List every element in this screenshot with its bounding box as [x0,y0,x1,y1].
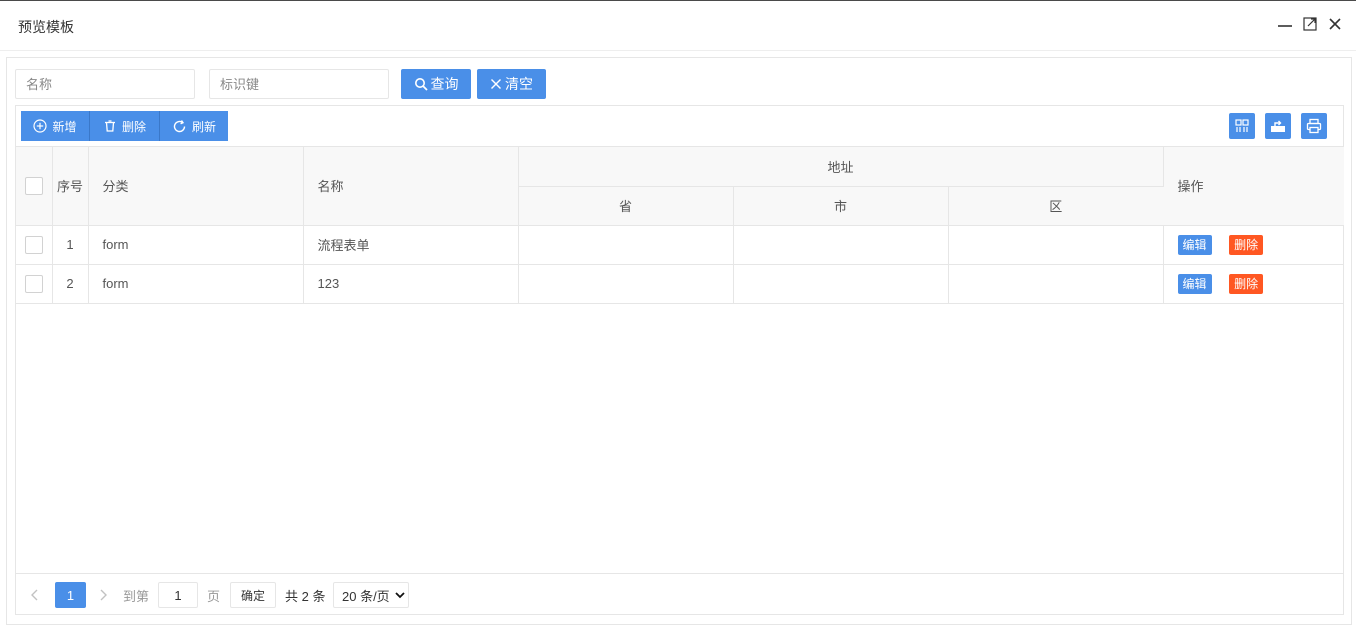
row-select-cell [16,264,53,304]
print-icon[interactable] [1301,113,1327,139]
clear-button[interactable]: 清空 [477,69,546,99]
add-button-label: 新增 [52,119,77,134]
row-category: form [88,264,304,304]
row-category: form [88,225,304,265]
table-row[interactable]: 1 form 流程表单 编辑 删除 [16,225,1345,265]
current-page-button[interactable]: 1 [55,582,86,608]
header-name[interactable]: 名称 [303,147,519,226]
row-actions: 编辑 删除 [1163,225,1345,265]
table-row[interactable]: 2 form 123 编辑 删除 [16,264,1345,304]
key-search-input[interactable] [209,69,389,99]
header-index: 序号 [52,147,89,226]
next-page-icon[interactable] [98,582,108,608]
goto-confirm-button[interactable]: 确定 [230,582,276,608]
export-icon[interactable] [1265,113,1291,139]
header-actions: 操作 [1163,147,1345,226]
pagination-bar: 1 到第 页 确定 共 2 条 20 条/页 [16,573,1343,615]
select-all-checkbox[interactable] [24,176,43,195]
minimize-icon[interactable] [1276,15,1294,33]
dialog-body: 查询 清空 新增 [6,57,1352,625]
header-category[interactable]: 分类 [88,147,304,226]
row-select-cell [16,225,53,265]
search-icon [414,78,428,91]
row-name: 流程表单 [303,225,519,265]
query-button[interactable]: 查询 [401,69,471,99]
delete-button-label: 删除 [121,119,146,134]
query-button-label: 查询 [430,76,459,92]
data-table-panel: 新增 删除 刷新 序号 分类 名称 地址 操作 省 市 区 1 form 流程表… [15,105,1345,615]
refresh-icon [173,119,186,132]
header-district[interactable]: 区 [948,186,1164,226]
row-delete-button[interactable]: 删除 [1229,273,1264,294]
row-province [518,225,734,265]
row-index: 1 [52,225,89,265]
header-province[interactable]: 省 [518,186,734,226]
row-city [733,225,949,265]
row-checkbox[interactable] [24,235,43,254]
goto-page-input[interactable] [158,582,198,608]
close-icon [491,79,501,89]
chevron-down-icon [395,592,405,599]
row-index: 2 [52,264,89,304]
row-actions: 编辑 删除 [1163,264,1345,304]
select-all-cell [16,147,53,226]
maximize-icon[interactable] [1301,15,1319,33]
trash-icon [104,120,115,132]
goto-label: 到第 [123,588,150,604]
data-table: 序号 分类 名称 地址 操作 省 市 区 1 form 流程表单 编辑 删除 2… [16,147,1345,304]
row-district [948,264,1164,304]
edit-button[interactable]: 编辑 [1177,234,1212,255]
clear-button-label: 清空 [505,76,533,92]
table-toolbar: 新增 删除 刷新 [16,106,1343,147]
row-name: 123 [303,264,519,304]
plus-circle-icon [33,119,48,133]
name-search-input[interactable] [15,69,195,99]
edit-button[interactable]: 编辑 [1177,273,1212,294]
delete-button[interactable]: 删除 [90,111,160,141]
row-province [518,264,734,304]
page-size-value: 20 条/页 [342,588,390,604]
page-size-select[interactable]: 20 条/页 [333,582,409,608]
prev-page-icon[interactable] [30,582,40,608]
refresh-button[interactable]: 刷新 [160,111,228,141]
row-district [948,225,1164,265]
refresh-button-label: 刷新 [191,119,216,134]
columns-icon[interactable] [1229,113,1255,139]
row-delete-button[interactable]: 删除 [1229,234,1264,255]
header-address: 地址 [518,147,1164,187]
row-city [733,264,949,304]
window-title: 预览模板 [18,19,74,35]
add-button[interactable]: 新增 [21,111,90,141]
window-titlebar: 预览模板 [0,1,1356,51]
header-city[interactable]: 市 [733,186,949,226]
page-label: 页 [207,588,221,604]
toolbar-button-group: 新增 删除 刷新 [21,111,228,141]
row-checkbox[interactable] [24,274,43,293]
close-icon[interactable] [1326,15,1344,33]
total-count: 共 2 条 [285,588,326,604]
